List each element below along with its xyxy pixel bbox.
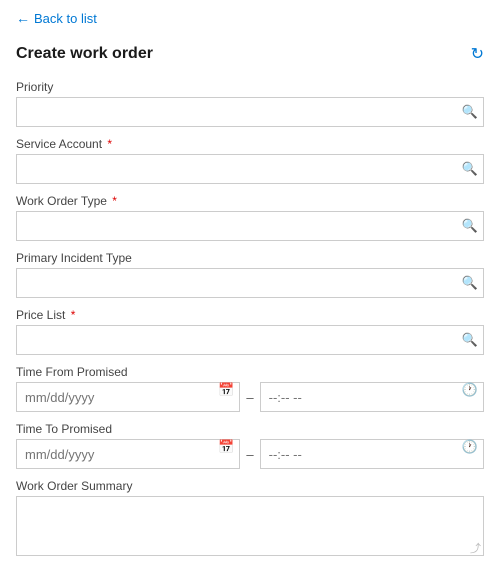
service-account-input-wrapper: 🔍 (16, 154, 484, 184)
time-to-dash: – (246, 447, 253, 462)
price-list-input[interactable] (16, 325, 484, 355)
price-list-group: Price List * 🔍 (16, 308, 484, 355)
work-order-type-required: * (109, 194, 117, 208)
work-order-summary-label: Work Order Summary (16, 479, 484, 493)
work-order-type-input[interactable] (16, 211, 484, 241)
primary-incident-type-group: Primary Incident Type 🔍 (16, 251, 484, 298)
time-from-promised-label: Time From Promised (16, 365, 484, 379)
time-from-promised-group: Time From Promised 📅 – 🕐 (16, 365, 484, 412)
time-to-promised-row: 📅 – 🕐 (16, 439, 484, 469)
back-link[interactable]: ← Back to list (16, 10, 484, 26)
work-order-summary-group: Work Order Summary ⤴ (16, 479, 484, 559)
time-to-date-wrapper: 📅 (16, 439, 240, 469)
priority-label: Priority (16, 80, 484, 94)
time-to-time-wrapper: 🕐 (260, 439, 484, 469)
refresh-icon[interactable]: ↻ (471, 44, 484, 64)
time-from-date-input[interactable] (16, 382, 240, 412)
work-order-summary-textarea[interactable] (16, 496, 484, 556)
priority-group: Priority 🔍 (16, 80, 484, 127)
time-to-promised-group: Time To Promised 📅 – 🕐 (16, 422, 484, 469)
service-account-label: Service Account * (16, 137, 484, 151)
work-order-type-input-wrapper: 🔍 (16, 211, 484, 241)
service-account-required: * (104, 137, 112, 151)
form-header: Create work order ↻ (16, 44, 484, 64)
page-title: Create work order (16, 45, 153, 63)
time-from-promised-row: 📅 – 🕐 (16, 382, 484, 412)
price-list-label: Price List * (16, 308, 484, 322)
time-to-date-input[interactable] (16, 439, 240, 469)
primary-incident-type-input-wrapper: 🔍 (16, 268, 484, 298)
time-to-time-input[interactable] (260, 439, 484, 469)
primary-incident-type-label: Primary Incident Type (16, 251, 484, 265)
work-order-type-label: Work Order Type * (16, 194, 484, 208)
price-list-required: * (67, 308, 75, 322)
price-list-input-wrapper: 🔍 (16, 325, 484, 355)
time-from-dash: – (246, 390, 253, 405)
time-from-date-wrapper: 📅 (16, 382, 240, 412)
priority-input[interactable] (16, 97, 484, 127)
primary-incident-type-input[interactable] (16, 268, 484, 298)
time-from-time-input[interactable] (260, 382, 484, 412)
service-account-group: Service Account * 🔍 (16, 137, 484, 184)
time-to-promised-label: Time To Promised (16, 422, 484, 436)
back-arrow-icon: ← (16, 10, 30, 26)
work-order-type-group: Work Order Type * 🔍 (16, 194, 484, 241)
service-account-input[interactable] (16, 154, 484, 184)
work-order-summary-wrapper: ⤴ (16, 496, 484, 559)
time-from-time-wrapper: 🕐 (260, 382, 484, 412)
back-link-label: Back to list (34, 11, 97, 26)
priority-input-wrapper: 🔍 (16, 97, 484, 127)
